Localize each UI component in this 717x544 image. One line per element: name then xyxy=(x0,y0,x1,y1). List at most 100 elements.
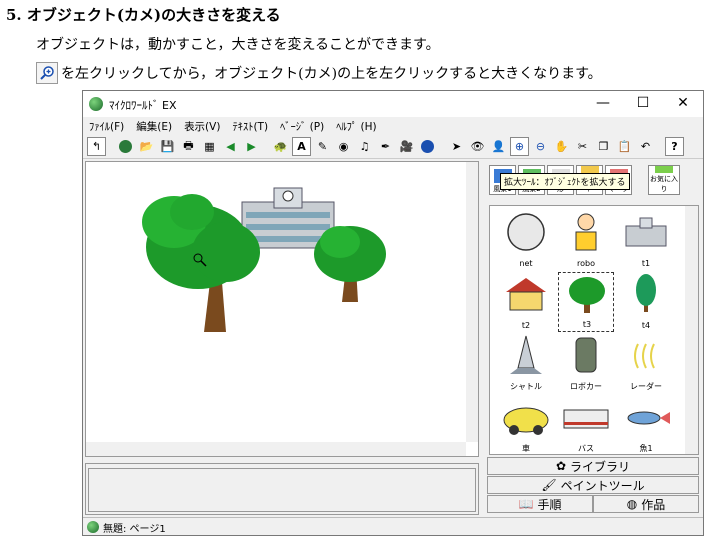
library-item-t2[interactable]: t2 xyxy=(498,272,554,332)
house-icon xyxy=(506,278,546,311)
globe-works-icon: ◍ xyxy=(626,497,638,511)
radar-icon xyxy=(634,343,655,369)
look-icon[interactable]: 👁 xyxy=(468,137,487,156)
works-button[interactable]: ◍ 作品 xyxy=(593,495,699,513)
grid-icon[interactable]: ▦ xyxy=(200,137,219,156)
tree-icon xyxy=(569,277,605,313)
toolbar-separator xyxy=(439,137,445,156)
print-icon[interactable]: 🖶 xyxy=(179,137,198,156)
globe-icon[interactable] xyxy=(116,137,135,156)
close-button[interactable]: ✕ xyxy=(663,91,703,117)
library-item-radar[interactable]: レーダー xyxy=(618,334,674,394)
paste-icon[interactable]: 📋 xyxy=(615,137,634,156)
menu-view[interactable]: 表示(V) xyxy=(178,119,226,134)
library-grid: net robo t1 t2 t3 t4 シャトル ロボカー レーダー 車 バス… xyxy=(489,205,699,455)
minimize-button[interactable]: — xyxy=(583,91,623,117)
text-icon[interactable]: A xyxy=(292,137,311,156)
toolbar-separator xyxy=(263,137,269,156)
scissors-icon[interactable]: ✂ xyxy=(573,137,592,156)
stop-hand-icon[interactable]: ✋ xyxy=(552,137,571,156)
toolbar-separator xyxy=(108,137,114,156)
title-bar: ﾏｲｸﾛﾜｰﾙﾄﾞ EX — ☐ ✕ xyxy=(83,91,703,117)
app-globe-icon xyxy=(89,97,103,111)
right-panel: 風景1 風景2 形 イラスト マーク お気に入り 拡大ﾂｰﾙ：ｵﾌﾞｼﾞｪｸﾄを… xyxy=(485,161,701,457)
copy-icon[interactable]: ❐ xyxy=(594,137,613,156)
library-item-car[interactable]: 車 xyxy=(498,396,554,454)
book-icon: 📖 xyxy=(518,497,534,511)
category-favorites[interactable]: お気に入り xyxy=(648,165,680,195)
document-text-1: オブジェクトは，動かすこと，大きさを変えることができます。 xyxy=(36,37,440,53)
car-icon xyxy=(503,407,549,435)
toolbar: ↰ 📂 💾 🖶 ▦ ◀ ▶ 🐢 A ✎ ◉ ♫ ✒ 🎥 ➤ 👁 👤 ⊕ ⊖ ✋ … xyxy=(83,135,703,159)
library-item-t3[interactable]: t3 xyxy=(558,272,614,332)
library-item-bus[interactable]: バス xyxy=(558,396,614,454)
robocar-icon xyxy=(575,337,597,373)
zoom-out-icon[interactable]: ⊖ xyxy=(531,137,550,156)
status-globe-icon xyxy=(87,521,99,533)
window-title: ﾏｲｸﾛﾜｰﾙﾄﾞ EX xyxy=(109,99,177,112)
toolbar-separator xyxy=(657,137,663,156)
brush-icon: 🖌 xyxy=(541,478,557,492)
library-button[interactable]: ✿ ライブラリ xyxy=(487,457,699,475)
eye-icon[interactable]: ◉ xyxy=(334,137,353,156)
help-icon[interactable]: ? xyxy=(665,137,684,156)
app-window: ﾏｲｸﾛﾜｰﾙﾄﾞ EX — ☐ ✕ ﾌｧｲﾙ(F) 編集(E) 表示(V) ﾃ… xyxy=(82,90,704,536)
menu-bar: ﾌｧｲﾙ(F) 編集(E) 表示(V) ﾃｷｽﾄ(T) ﾍﾞｰｼﾞ (P) ﾍﾙ… xyxy=(83,117,703,135)
video-icon[interactable]: 🎥 xyxy=(397,137,416,156)
net-icon xyxy=(507,213,545,251)
favorite-flower-icon xyxy=(655,166,673,173)
person-icon[interactable]: 👤 xyxy=(489,137,508,156)
library-item-robocar[interactable]: ロボカー xyxy=(558,334,614,394)
menu-edit[interactable]: 編集(E) xyxy=(130,119,178,134)
message-panel xyxy=(85,463,479,515)
fish-icon xyxy=(627,411,670,425)
status-bar: 無題: ページ1 xyxy=(83,517,703,536)
select-mode-icon[interactable]: ↰ xyxy=(87,137,106,156)
canvas-horizontal-scrollbar[interactable] xyxy=(86,442,466,456)
save-icon[interactable]: 💾 xyxy=(158,137,177,156)
open-icon[interactable]: 📂 xyxy=(137,137,156,156)
document-heading: 5. オブジェクト(カメ)の大きさを変える xyxy=(6,6,281,24)
turtle-icon[interactable]: 🐢 xyxy=(271,137,290,156)
zoom-tooltip: 拡大ﾂｰﾙ：ｵﾌﾞｼﾞｪｸﾄを拡大する xyxy=(500,173,630,190)
scene xyxy=(142,187,386,332)
zoom-in-icon[interactable]: ⊕ xyxy=(510,137,529,156)
bus-icon xyxy=(563,409,609,429)
menu-file[interactable]: ﾌｧｲﾙ(F) xyxy=(83,119,130,134)
document-text-2: を左クリックしてから，オブジェクト(カメ)の上を左クリックすると大きくなります。 xyxy=(61,66,602,82)
document-text-2-row: を左クリックしてから，オブジェクト(カメ)の上を左クリックすると大きくなります。 xyxy=(36,62,602,84)
music-icon[interactable]: ♫ xyxy=(355,137,374,156)
library-item-net[interactable]: net xyxy=(498,210,554,270)
illust-icon xyxy=(580,166,599,173)
menu-help[interactable]: ﾍﾙﾌﾟ (H) xyxy=(330,119,382,134)
library-item-t4[interactable]: t4 xyxy=(618,272,674,332)
ball-icon[interactable] xyxy=(418,137,437,156)
status-text: 無題: ページ1 xyxy=(103,523,166,535)
small-tree xyxy=(314,226,386,302)
school-icon xyxy=(625,217,667,247)
stamp-icon[interactable]: ✎ xyxy=(313,137,332,156)
library-scrollbar[interactable] xyxy=(685,206,698,454)
zoom-tool-icon xyxy=(36,62,58,84)
undo-icon[interactable]: ↶ xyxy=(636,137,655,156)
menu-text[interactable]: ﾃｷｽﾄ(T) xyxy=(226,119,274,134)
paint-tool-button[interactable]: 🖌 ペイントツール xyxy=(487,476,699,494)
category-tabs: 風景1 風景2 形 イラスト マーク お気に入り 拡大ﾂｰﾙ：ｵﾌﾞｼﾞｪｸﾄを… xyxy=(489,165,699,201)
library-item-t1[interactable]: t1 xyxy=(618,210,674,270)
menu-page[interactable]: ﾍﾞｰｼﾞ (P) xyxy=(274,119,330,134)
library-item-fish[interactable]: 魚1 xyxy=(618,396,674,454)
library-item-robo[interactable]: robo xyxy=(558,210,614,270)
forward-arrow-icon[interactable]: ▶ xyxy=(242,137,261,156)
pointer-icon[interactable]: ➤ xyxy=(447,137,466,156)
robo-icon xyxy=(575,213,597,251)
conifer-icon xyxy=(636,274,656,312)
pen-icon[interactable]: ✒ xyxy=(376,137,395,156)
manual-button[interactable]: 📖 手順 xyxy=(487,495,593,513)
message-area[interactable] xyxy=(88,468,476,512)
drawing-canvas[interactable] xyxy=(85,161,479,457)
back-arrow-icon[interactable]: ◀ xyxy=(221,137,240,156)
library-item-shuttle[interactable]: シャトル xyxy=(498,334,554,394)
canvas-vertical-scrollbar[interactable] xyxy=(466,162,478,442)
maximize-button[interactable]: ☐ xyxy=(623,91,663,117)
shuttle-icon xyxy=(510,335,542,374)
